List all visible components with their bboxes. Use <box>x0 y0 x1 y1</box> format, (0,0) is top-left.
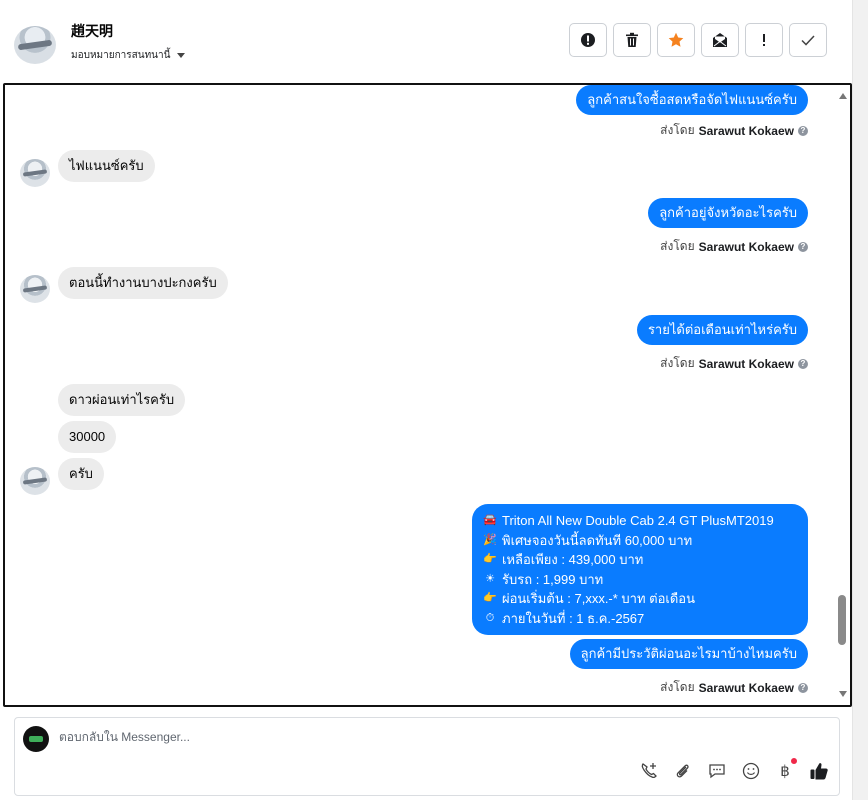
sender-name: Sarawut Kokaew <box>698 123 794 138</box>
message-outgoing: ลูกค้าอยู่จังหวัดอะไรครับ <box>648 198 808 228</box>
reply-input[interactable] <box>59 730 559 744</box>
star-button[interactable] <box>657 23 695 57</box>
message-outgoing-promo: 🚘 Triton All New Double Cab 2.4 GT PlusMT… <box>472 504 808 635</box>
delete-button[interactable] <box>613 23 651 57</box>
trash-icon <box>626 32 638 47</box>
promo-text: ผ่อนเริ่มต้น : 7,xxx.-* บาท ต่อเดือน <box>502 591 695 606</box>
scroll-down-arrow-icon[interactable] <box>839 691 847 697</box>
message-outgoing: ลูกค้ามีประวัติผ่อนอะไรมาบ้างไหมครับ <box>569 639 808 669</box>
promo-text: รับรถ : 1,999 บาท <box>502 571 604 587</box>
attach-button[interactable] <box>673 761 693 781</box>
alert-circle-icon <box>581 33 595 47</box>
mark-done-button[interactable] <box>789 23 827 57</box>
call-add-button[interactable] <box>639 761 659 781</box>
page-scrollbar[interactable] <box>852 0 868 800</box>
assign-conversation-dropdown[interactable]: มอบหมายการสนทนานี้ <box>71 48 186 63</box>
reply-composer: ฿ <box>14 717 840 796</box>
saved-replies-button[interactable] <box>707 761 727 781</box>
notification-dot <box>791 758 797 764</box>
sender-name: Sarawut Kokaew <box>698 239 794 254</box>
party-icon: 🎉 <box>483 533 497 546</box>
promo-text: พิเศษจองวันนี้ลดทันที 60,000 บาท <box>502 532 693 548</box>
conversation-actions <box>569 23 827 57</box>
sent-by-label: ส่งโดย Sarawut Kokaew ? <box>660 354 808 373</box>
promo-line: ⏱ ภายในวันที่ : 1 ธ.ค.-2567 <box>483 609 797 629</box>
help-icon[interactable]: ? <box>798 358 808 369</box>
like-button[interactable] <box>809 761 829 781</box>
message-incoming: ไฟแนนซ์ครับ <box>58 150 155 182</box>
thumbs-up-icon <box>810 763 828 780</box>
help-icon[interactable]: ? <box>798 125 808 136</box>
thread-scrollbar[interactable] <box>838 87 848 703</box>
contact-avatar[interactable] <box>14 26 56 64</box>
smiley-icon <box>742 762 760 780</box>
help-icon[interactable]: ? <box>798 682 808 693</box>
check-icon <box>801 35 815 46</box>
promo-text: Triton All New Double Cab 2.4 GT PlusMT2… <box>502 513 774 528</box>
contact-avatar-small <box>20 275 50 303</box>
emoji-button[interactable] <box>741 761 761 781</box>
star-icon <box>668 32 684 47</box>
promo-line: 👉 ผ่อนเริ่มต้น : 7,xxx.-* บาท ต่อเดือน <box>483 589 797 609</box>
caret-down-icon <box>177 53 186 58</box>
sent-by-prefix: ส่งโดย <box>660 123 695 137</box>
sent-by-prefix: ส่งโดย <box>660 680 695 694</box>
scroll-thumb[interactable] <box>838 595 846 645</box>
message-thread: ลูกค้าสนใจซื้อสดหรือจัดไฟแนนซ์ครับ ส่งโด… <box>3 83 852 707</box>
promo-text: ภายในวันที่ : 1 ธ.ค.-2567 <box>502 610 645 626</box>
sent-by-label: ส่งโดย Sarawut Kokaew ? <box>660 237 808 256</box>
sent-by-prefix: ส่งโดย <box>660 239 695 253</box>
phone-plus-icon <box>641 763 657 779</box>
message-outgoing: รายได้ต่อเดือนเท่าไหร่ครับ <box>636 315 808 345</box>
sent-by-label: ส่งโดย Sarawut Kokaew ? <box>660 678 808 697</box>
sender-name: Sarawut Kokaew <box>698 680 794 695</box>
envelope-open-icon <box>713 33 727 47</box>
page-avatar <box>23 726 49 752</box>
payment-button[interactable]: ฿ <box>775 758 797 781</box>
promo-line: 🚘 Triton All New Double Cab 2.4 GT PlusMT… <box>483 511 797 531</box>
message-outgoing: ลูกค้าสนใจซื้อสดหรือจัดไฟแนนซ์ครับ <box>576 85 808 115</box>
scroll-up-arrow-icon[interactable] <box>839 93 847 99</box>
contact-name[interactable]: 趙天明 <box>71 21 113 41</box>
assign-label: มอบหมายการสนทนานี้ <box>71 50 171 61</box>
message-incoming: ดาวผ่อนเท่าไรครับ <box>58 384 186 416</box>
baht-icon: ฿ <box>780 762 790 780</box>
mark-unread-button[interactable] <box>701 23 739 57</box>
car-icon: 🚘 <box>483 514 497 526</box>
inbox-conversation-view: 趙天明 มอบหมายการสนทนานี้ ลูกค้าสนใจซื้อสดห… <box>0 0 868 800</box>
promo-line: ☀ รับรถ : 1,999 บาท <box>483 570 797 590</box>
paperclip-icon <box>676 764 689 778</box>
promo-line: 👉 เหลือเพียง : 439,000 บาท <box>483 550 797 570</box>
help-icon[interactable]: ? <box>798 241 808 252</box>
message-incoming: ครับ <box>58 458 104 490</box>
point-right-icon: 👉 <box>483 553 497 565</box>
sent-by-prefix: ส่งโดย <box>660 356 695 370</box>
timer-icon: ⏱ <box>485 611 495 624</box>
important-button[interactable] <box>745 23 783 57</box>
sent-by-label: ส่งโดย Sarawut Kokaew ? <box>660 121 808 140</box>
sender-name: Sarawut Kokaew <box>698 356 794 371</box>
chat-bubble-icon <box>709 764 725 779</box>
exclamation-icon <box>763 34 765 46</box>
point-right-icon: 👉 <box>483 592 497 604</box>
contact-avatar-small <box>20 159 50 187</box>
composer-tools: ฿ <box>639 758 829 781</box>
conversation-header: 趙天明 มอบหมายการสนทนานี้ <box>0 0 868 84</box>
promo-line: 🎉 พิเศษจองวันนี้ลดทันที 60,000 บาท <box>483 531 797 551</box>
promo-text: เหลือเพียง : 439,000 บาท <box>502 552 644 567</box>
sun-icon: ☀ <box>485 572 495 585</box>
report-spam-button[interactable] <box>569 23 607 57</box>
message-incoming: 30000 <box>58 421 117 453</box>
contact-avatar-small <box>20 467 50 495</box>
message-incoming: ตอนนี้ทำงานบางปะกงครับ <box>58 267 228 299</box>
